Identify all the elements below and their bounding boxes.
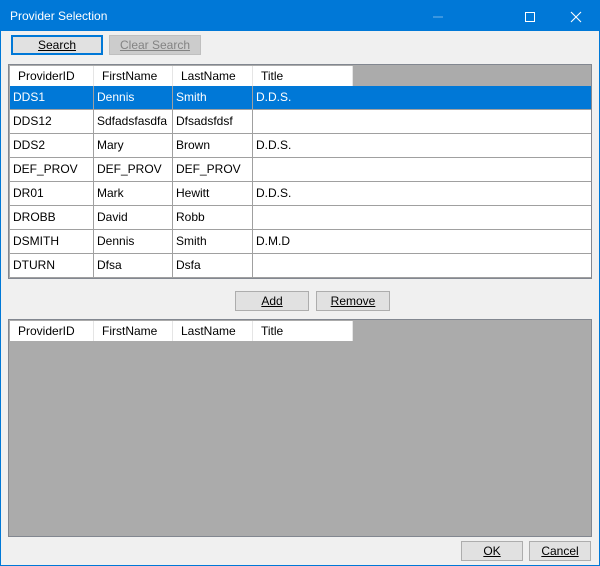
- cell-provider-id: DSMITH: [10, 230, 94, 253]
- cell-first-name: Mark: [94, 182, 173, 205]
- add-button[interactable]: Add: [235, 291, 309, 311]
- cell-last-name: Robb: [173, 206, 253, 229]
- cell-provider-id: DDS12: [10, 110, 94, 133]
- clear-search-button[interactable]: Clear Search: [109, 35, 201, 55]
- table-row[interactable]: DDS1 Dennis Smith D.D.S.: [10, 86, 591, 110]
- maximize-icon: [525, 12, 535, 22]
- available-grid-header: ProviderID FirstName LastName Title: [10, 66, 353, 86]
- window-title: Provider Selection: [10, 9, 108, 23]
- cell-last-name: Smith: [173, 86, 253, 109]
- cell-first-name: Dennis: [94, 86, 173, 109]
- provider-selection-window: Provider Selection Search Clear Search P…: [0, 0, 600, 566]
- available-providers-grid[interactable]: ProviderID FirstName LastName Title DDS1…: [8, 64, 592, 279]
- cell-first-name: Dennis: [94, 230, 173, 253]
- cell-provider-id: DDS2: [10, 134, 94, 157]
- cell-provider-id: DEF_PROV: [10, 158, 94, 181]
- cell-last-name: Dsfa: [173, 254, 253, 277]
- cell-title: [253, 110, 591, 133]
- cell-first-name: Mary: [94, 134, 173, 157]
- cell-title: [253, 158, 591, 181]
- cell-title: D.D.S.: [253, 134, 591, 157]
- minimize-button[interactable]: [415, 1, 461, 31]
- column-header-title[interactable]: Title: [253, 321, 353, 341]
- column-header-first-name[interactable]: FirstName: [94, 321, 173, 341]
- cell-title: [253, 254, 591, 277]
- cell-title: [253, 206, 591, 229]
- available-providers-grid-body: ProviderID FirstName LastName Title DDS1…: [10, 66, 591, 278]
- add-button-label: Add: [261, 294, 283, 308]
- table-row[interactable]: DROBB David Robb: [10, 206, 591, 230]
- column-header-provider-id[interactable]: ProviderID: [10, 321, 94, 341]
- title-bar[interactable]: Provider Selection: [1, 1, 599, 31]
- cell-last-name: Smith: [173, 230, 253, 253]
- table-row[interactable]: DEF_PROV DEF_PROV DEF_PROV: [10, 158, 591, 182]
- table-row[interactable]: DDS12 Sdfadsfasdfa Dfsadsfdsf: [10, 110, 591, 134]
- selected-grid-header: ProviderID FirstName LastName Title: [10, 321, 353, 341]
- cell-title: D.M.D: [253, 230, 591, 253]
- cell-provider-id: DROBB: [10, 206, 94, 229]
- selected-providers-grid[interactable]: ProviderID FirstName LastName Title: [8, 319, 592, 537]
- column-header-provider-id[interactable]: ProviderID: [10, 66, 94, 86]
- maximize-button[interactable]: [507, 1, 553, 31]
- clear-search-button-label: Clear Search: [119, 38, 191, 52]
- cell-first-name: DEF_PROV: [94, 158, 173, 181]
- cell-title: D.D.S.: [253, 86, 591, 109]
- cell-last-name: DEF_PROV: [173, 158, 253, 181]
- cell-last-name: Hewitt: [173, 182, 253, 205]
- cell-first-name: Sdfadsfasdfa: [94, 110, 173, 133]
- close-button[interactable]: [553, 1, 599, 31]
- cell-title: D.D.S.: [253, 182, 591, 205]
- column-header-title[interactable]: Title: [253, 66, 353, 86]
- table-row[interactable]: DSMITH Dennis Smith D.M.D: [10, 230, 591, 254]
- cancel-button-label: Cancel: [541, 544, 579, 558]
- ok-button-label: OK: [483, 544, 501, 558]
- cell-provider-id: DTURN: [10, 254, 94, 277]
- cell-provider-id: DR01: [10, 182, 94, 205]
- remove-button[interactable]: Remove: [316, 291, 390, 311]
- table-row[interactable]: DDS2 Mary Brown D.D.S.: [10, 134, 591, 158]
- column-header-first-name[interactable]: FirstName: [94, 66, 173, 86]
- cell-provider-id: DDS1: [10, 86, 94, 109]
- cell-last-name: Dfsadsfdsf: [173, 110, 253, 133]
- remove-button-label: Remove: [330, 294, 376, 308]
- close-icon: [570, 11, 582, 23]
- cell-last-name: Brown: [173, 134, 253, 157]
- column-header-last-name[interactable]: LastName: [173, 321, 253, 341]
- cell-first-name: David: [94, 206, 173, 229]
- ok-button[interactable]: OK: [461, 541, 523, 561]
- column-header-last-name[interactable]: LastName: [173, 66, 253, 86]
- search-button-label: Search: [37, 38, 77, 52]
- cancel-button[interactable]: Cancel: [529, 541, 591, 561]
- search-button[interactable]: Search: [11, 35, 103, 55]
- selected-providers-grid-body: ProviderID FirstName LastName Title: [10, 321, 590, 535]
- table-row[interactable]: DTURN Dfsa Dsfa: [10, 254, 591, 278]
- minimize-icon: [433, 16, 443, 18]
- available-providers-rows: DDS1 Dennis Smith D.D.S. DDS12 Sdfadsfas…: [10, 86, 591, 278]
- table-row[interactable]: DR01 Mark Hewitt D.D.S.: [10, 182, 591, 206]
- cell-first-name: Dfsa: [94, 254, 173, 277]
